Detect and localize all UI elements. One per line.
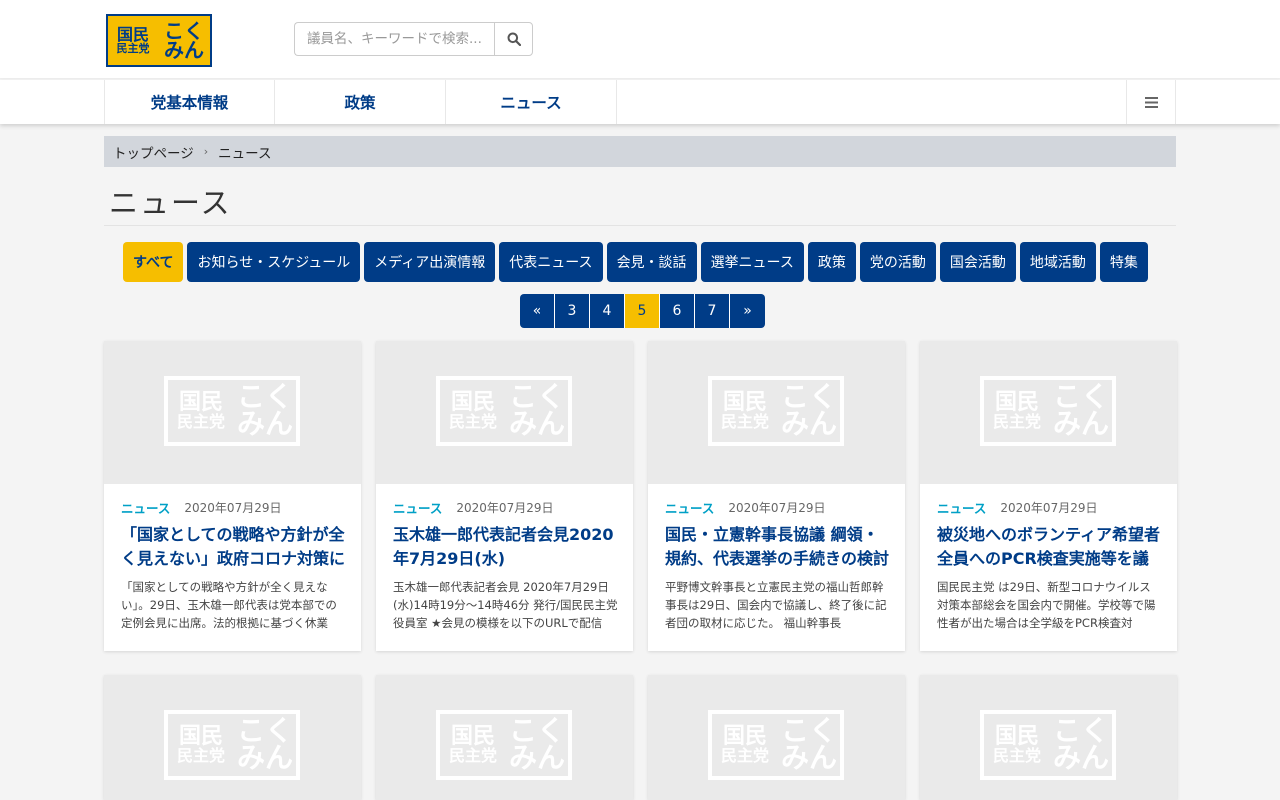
category-policy[interactable]: 政策 xyxy=(807,242,856,282)
card-title[interactable]: 玉木雄一郎代表記者会見2020年7月29日(水) xyxy=(393,523,618,571)
breadcrumb-separator: › xyxy=(203,145,209,158)
card-title[interactable]: 被災地へのボランティア希望者全員へのPCR検査実施等を議 xyxy=(937,523,1162,571)
pagination-prev[interactable]: « xyxy=(520,294,555,328)
card-tag[interactable]: ニュース xyxy=(665,498,714,517)
search-input[interactable] xyxy=(294,22,494,56)
news-card[interactable]: 国民 民主党 こく みん xyxy=(104,675,361,800)
card-thumbnail: 国民 民主党 こく みん xyxy=(376,675,633,800)
category-party-activities[interactable]: 党の活動 xyxy=(859,242,936,282)
category-diet-activities[interactable]: 国会活動 xyxy=(939,242,1016,282)
category-local-activities[interactable]: 地域活動 xyxy=(1019,242,1096,282)
category-all[interactable]: すべて xyxy=(123,242,184,282)
placeholder-logo: 国民 民主党 こく みん xyxy=(980,710,1116,780)
news-card[interactable]: 国民 民主党 こく みん ニュース 2020年07月29日 国民・立憲幹事長協議 綱領… xyxy=(648,341,905,651)
pagination: « 3 4 5 6 7 » xyxy=(520,294,765,328)
search-form xyxy=(294,22,533,56)
breadcrumb: トップページ › ニュース xyxy=(104,136,1176,167)
placeholder-logo: 国民 民主党 こく みん xyxy=(164,376,300,446)
main-nav: 党基本情報 政策 ニュース xyxy=(0,80,1280,124)
logo-text: 国民 xyxy=(116,24,149,44)
news-card[interactable]: 国民 民主党 こく みん xyxy=(376,675,633,800)
pagination-page[interactable]: 4 xyxy=(590,294,625,328)
placeholder-logo: 国民 民主党 こく みん xyxy=(708,710,844,780)
card-excerpt: 「国家としての戦略や方針が全く見えない」。29日、玉木雄一郎代表は党本部での定例… xyxy=(121,580,337,630)
card-thumbnail: 国民 民主党 こく みん xyxy=(648,675,905,800)
card-excerpt: 玉木雄一郎代表記者会見 2020年7月29日(水)14時19分〜14時46分 発… xyxy=(393,580,618,630)
card-thumbnail: 国民 民主党 こく みん xyxy=(104,675,361,800)
breadcrumb-current: ニュース xyxy=(218,145,272,162)
pagination-page[interactable]: 7 xyxy=(695,294,730,328)
card-thumbnail: 国民 民主党 こく みん xyxy=(104,341,361,484)
card-title[interactable]: 国民・立憲幹事長協議 綱領・規約、代表選挙の手続きの検討 xyxy=(665,523,890,571)
placeholder-logo: 国民 民主党 こく みん xyxy=(436,376,572,446)
card-date: 2020年07月29日 xyxy=(184,501,282,515)
news-card[interactable]: 国民 民主党 こく みん ニュース 2020年07月29日 「国家としての戦略や方針が… xyxy=(104,341,361,651)
menu-button[interactable] xyxy=(1126,80,1176,124)
card-date: 2020年07月29日 xyxy=(728,501,826,515)
pagination-current-page[interactable]: 5 xyxy=(625,294,660,328)
title-divider xyxy=(104,225,1176,226)
placeholder-logo: 国民 民主党 こく みん xyxy=(708,376,844,446)
pagination-page[interactable]: 3 xyxy=(555,294,590,328)
card-thumbnail: 国民 民主党 こく みん xyxy=(920,675,1177,800)
logo-text: 民主党 xyxy=(116,42,150,56)
logo-text: みん xyxy=(164,37,204,62)
page-title: ニュース xyxy=(109,186,232,220)
placeholder-logo: 国民 民主党 こく みん xyxy=(436,710,572,780)
news-card[interactable]: 国民 民主党 こく みん ニュース 2020年07月29日 玉木雄一郎代表記者会見20… xyxy=(376,341,633,651)
category-filter: すべて お知らせ・スケジュール メディア出演情報 代表ニュース 会見・談話 選挙… xyxy=(123,242,1148,282)
category-leader-news[interactable]: 代表ニュース xyxy=(499,242,603,282)
site-header: 国民 民主党 こく みん xyxy=(0,0,1280,79)
card-thumbnail: 国民 民主党 こく みん xyxy=(376,341,633,484)
card-thumbnail: 国民 民主党 こく みん xyxy=(648,341,905,484)
news-card[interactable]: 国民 民主党 こく みん xyxy=(920,675,1177,800)
card-excerpt: 平野博文幹事長と立憲民主党の福山哲郎幹事長は29日、国会内で協議し、終了後に記者… xyxy=(665,580,887,630)
card-excerpt: 国民民主党 は29日、新型コロナウイルス対策本部総会を国会内で開催。学校等で陽性… xyxy=(937,580,1156,630)
search-icon xyxy=(507,32,521,46)
card-tag[interactable]: ニュース xyxy=(937,498,986,517)
placeholder-logo: 国民 民主党 こく みん xyxy=(164,710,300,780)
hamburger-icon xyxy=(1144,96,1158,108)
card-title[interactable]: 「国家としての戦略や方針が全く見えない」政府コロナ対策に xyxy=(121,523,346,571)
party-logo[interactable]: 国民 民主党 こく みん xyxy=(106,14,212,67)
placeholder-logo: 国民 民主党 こく みん xyxy=(980,376,1116,446)
nav-item-policy[interactable]: 政策 xyxy=(275,80,446,124)
card-tag[interactable]: ニュース xyxy=(121,498,170,517)
news-card[interactable]: 国民 民主党 こく みん xyxy=(648,675,905,800)
news-card[interactable]: 国民 民主党 こく みん ニュース 2020年07月29日 被災地へのボランティア希望… xyxy=(920,341,1177,651)
category-press-conference[interactable]: 会見・談話 xyxy=(606,242,697,282)
pagination-page[interactable]: 6 xyxy=(660,294,695,328)
nav-item-party-info[interactable]: 党基本情報 xyxy=(105,80,275,124)
nav-item-news[interactable]: ニュース xyxy=(446,80,617,124)
category-media[interactable]: メディア出演情報 xyxy=(364,242,496,282)
search-button[interactable] xyxy=(494,22,533,56)
breadcrumb-home-link[interactable]: トップページ xyxy=(113,142,194,162)
card-thumbnail: 国民 民主党 こく みん xyxy=(920,341,1177,484)
category-announcements[interactable]: お知らせ・スケジュール xyxy=(187,242,361,282)
card-date: 2020年07月29日 xyxy=(1000,501,1098,515)
card-tag[interactable]: ニュース xyxy=(393,498,442,517)
category-election-news[interactable]: 選挙ニュース xyxy=(700,242,804,282)
card-date: 2020年07月29日 xyxy=(456,501,554,515)
pagination-next[interactable]: » xyxy=(730,294,765,328)
category-features[interactable]: 特集 xyxy=(1099,242,1148,282)
